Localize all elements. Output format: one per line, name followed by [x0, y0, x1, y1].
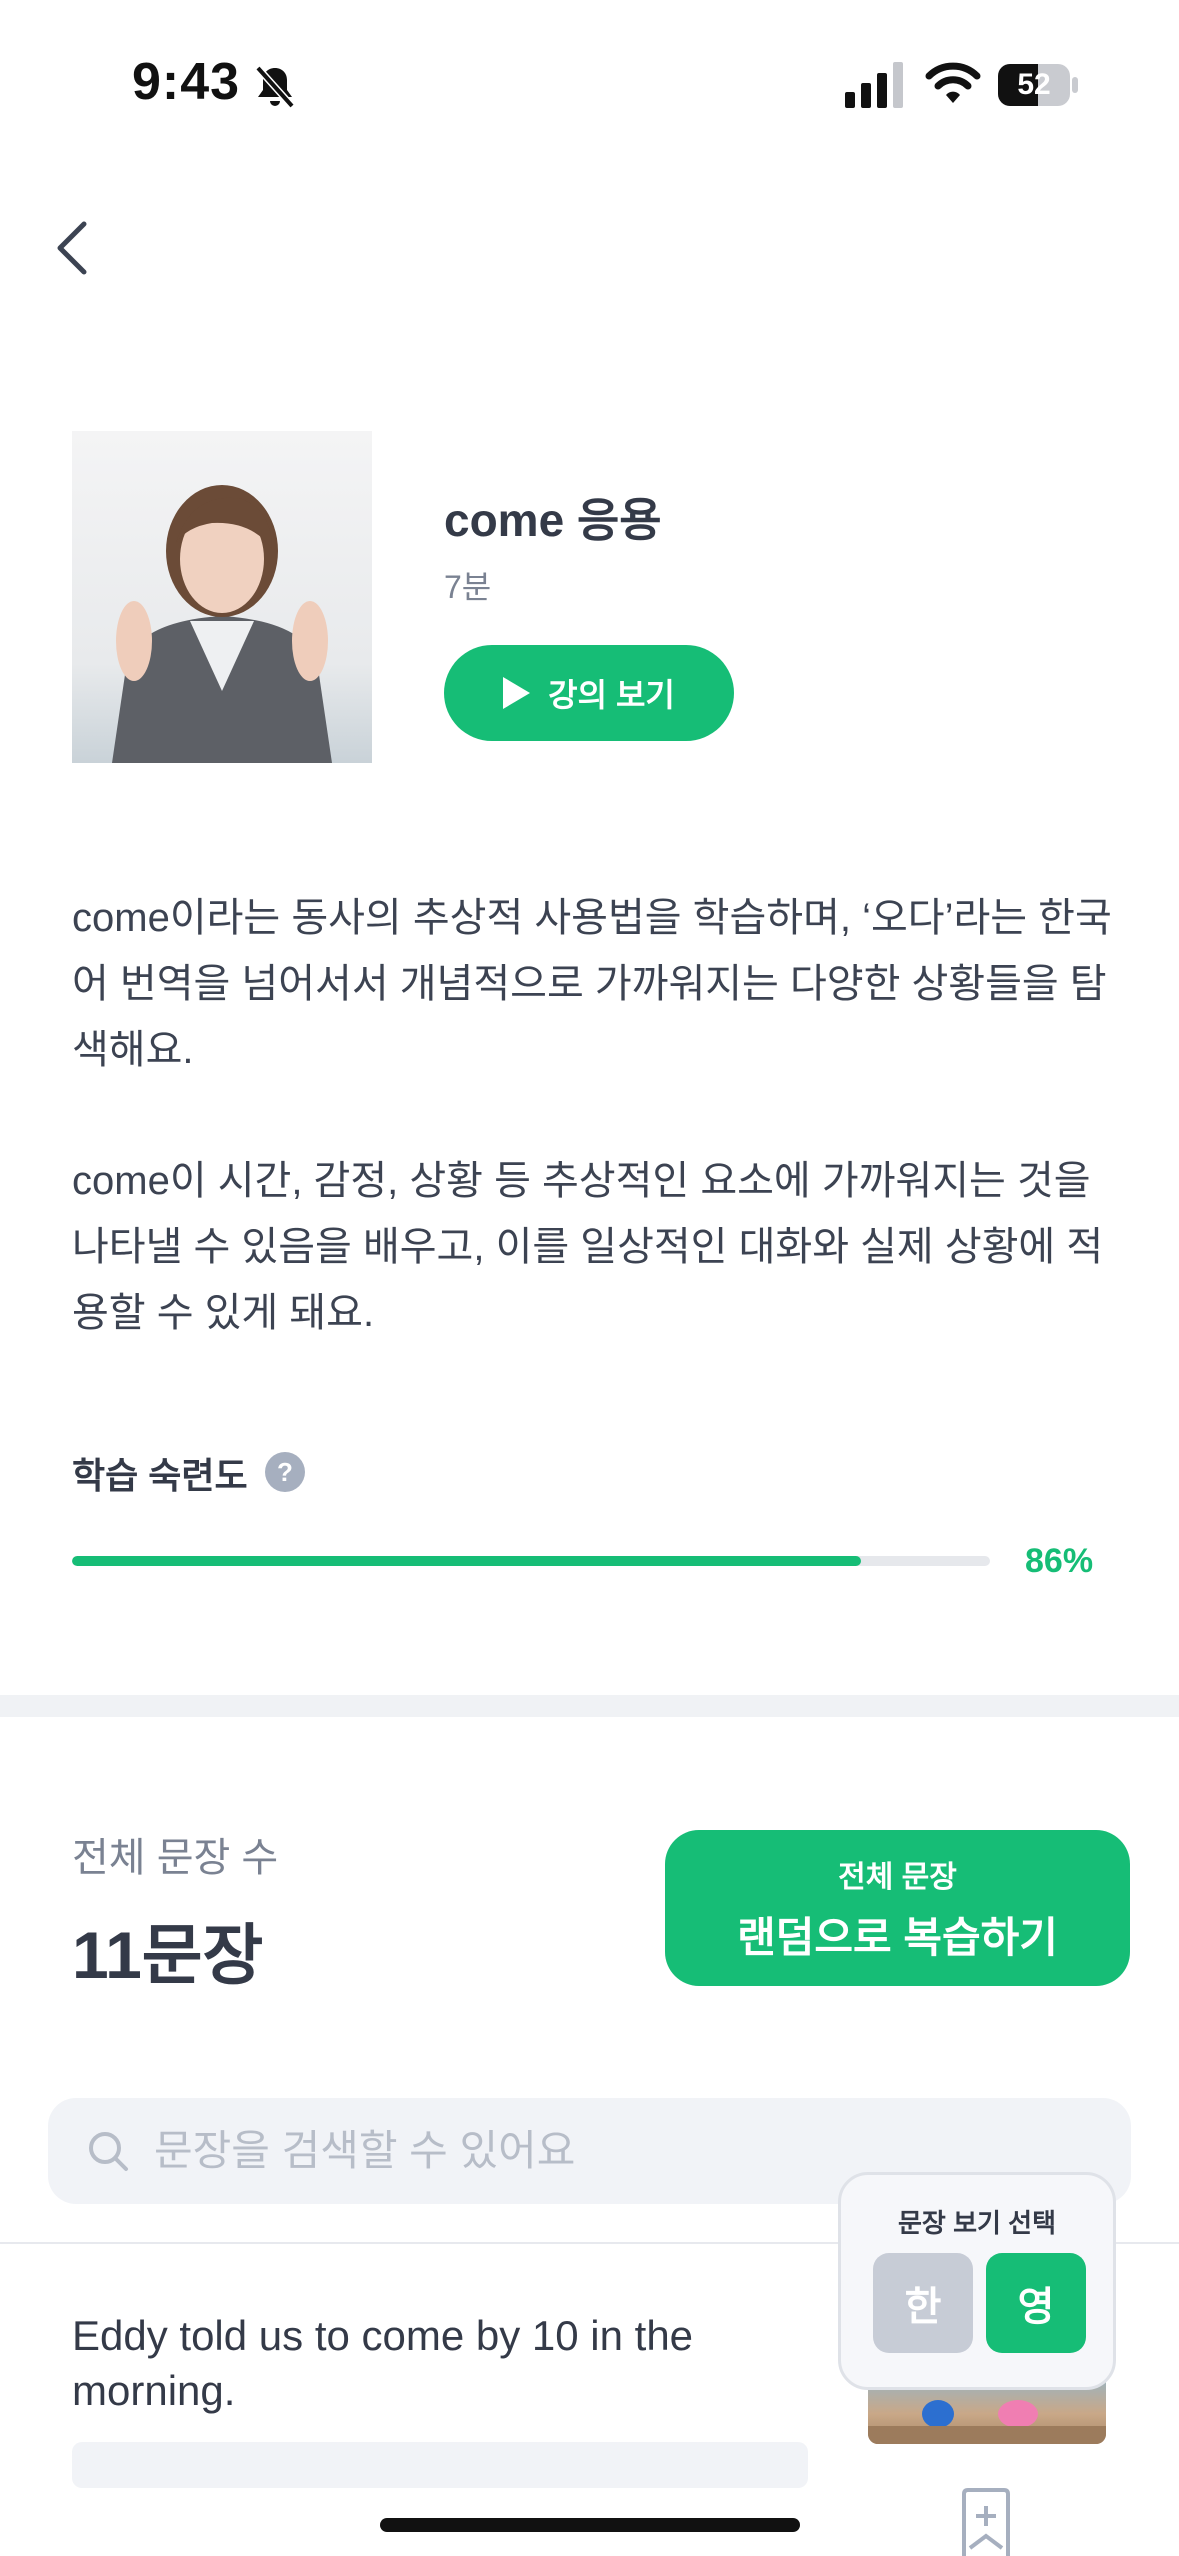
sentence-count-label: 전체 문장 수 [72, 1836, 279, 1880]
mastery-percent: 86% [1025, 1542, 1094, 1580]
back-chevron-icon[interactable] [50, 218, 96, 278]
random-review-button[interactable]: 전체 문장 랜덤으로 복습하기 [665, 1830, 1130, 1986]
mastery-progress-fill [72, 1556, 862, 1566]
description-paragraph-2: come이 시간, 감정, 상황 등 추상적인 요소에 가까워지는 것을 나타낼… [72, 1159, 1104, 1335]
battery-indicator: 52 [998, 64, 1078, 106]
lecture-duration: 7분 [444, 569, 492, 605]
instructor-image [112, 485, 332, 763]
sentence-text[interactable]: Eddy told us to come by 10 in the mornin… [72, 2308, 792, 2418]
bookmark-add-icon[interactable] [958, 2488, 1014, 2556]
status-time: 9:43 [132, 53, 241, 111]
english-toggle-button[interactable]: 영 [986, 2253, 1086, 2353]
mastery-progress-bar [72, 1556, 990, 1566]
korean-toggle-button[interactable]: 한 [873, 2253, 973, 2353]
mastery-label: 학습 숙련도 [72, 1455, 248, 1496]
description-paragraph-1: come이라는 동사의 추상적 사용법을 학습하며, ‘오다’라는 한국어 번역… [72, 896, 1112, 1072]
search-icon [89, 2132, 128, 2171]
translation-placeholder-bar [72, 2442, 808, 2488]
random-review-label: 랜덤으로 복습하기 [737, 1913, 1058, 1961]
wifi-icon [925, 62, 981, 103]
home-indicator [380, 2518, 800, 2532]
search-input[interactable] [152, 2126, 956, 2176]
bell-muted-icon [255, 65, 295, 109]
battery-level: 52 [1017, 68, 1051, 101]
cellular-signal-icon [845, 62, 903, 108]
sentence-count-value: 11문장 [72, 1918, 264, 1992]
random-review-subtitle: 전체 문장 [838, 1860, 957, 1894]
lecture-title: come 응용 [444, 494, 662, 546]
help-icon[interactable]: ? [265, 1452, 305, 1492]
toggle-title: 문장 보기 선택 [898, 2208, 1056, 2238]
lecture-thumbnail[interactable] [72, 431, 372, 763]
play-icon [503, 677, 531, 709]
watch-lecture-label: 강의 보기 [548, 677, 675, 713]
sentence-view-toggle: 문장 보기 선택 한 영 [838, 2172, 1116, 2390]
section-divider [0, 1695, 1179, 1717]
watch-lecture-button[interactable]: 강의 보기 [444, 645, 734, 741]
